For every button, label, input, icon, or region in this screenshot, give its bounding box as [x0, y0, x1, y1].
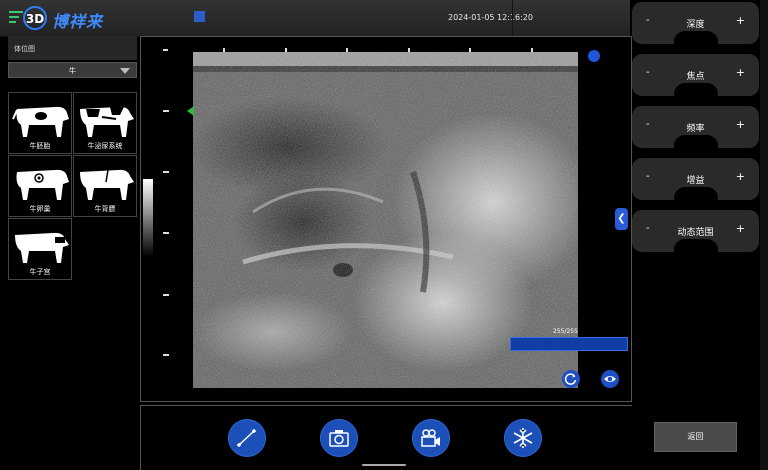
panel-header: 体位图 — [8, 36, 137, 60]
preset-label: 牛子宫 — [29, 268, 51, 276]
record-video-button[interactable] — [412, 419, 450, 457]
expand-handle-icon[interactable]: ❮ — [615, 208, 628, 230]
preset-urinary[interactable]: 牛泌尿系统 — [73, 92, 137, 154]
probe-orientation-dot — [588, 50, 600, 62]
depth-tick — [163, 294, 169, 296]
param-depth: - 深度 + — [632, 2, 759, 53]
param-notch — [674, 239, 718, 261]
animal-select[interactable]: 牛 — [8, 62, 137, 78]
grayscale-bar — [143, 179, 153, 257]
freeze-snowflake-icon — [513, 428, 533, 448]
scale-tick — [163, 49, 168, 51]
rotate-icon[interactable] — [562, 370, 580, 388]
param-dynamic-range: - 动态范围 + — [632, 210, 759, 261]
depth-tick — [163, 110, 169, 112]
datetime: 2024-01-05 12:16:20 — [448, 13, 533, 22]
brand-logo: 博祥来 — [52, 12, 104, 31]
depth-plus-button[interactable]: + — [736, 14, 745, 27]
preset-backfat[interactable]: 牛背膘 — [73, 155, 137, 217]
animal-select-value: 牛 — [69, 67, 76, 75]
preset-label: 牛胚胎 — [29, 142, 51, 150]
capture-photo-button[interactable] — [320, 419, 358, 457]
param-frequency: - 频率 + — [632, 106, 759, 157]
cow-backfat-icon — [80, 169, 134, 200]
depth-tick — [163, 232, 169, 234]
video-record-icon — [421, 429, 440, 447]
divider — [512, 0, 513, 36]
focus-marker-icon[interactable] — [187, 106, 194, 116]
cow-embryo-icon — [12, 106, 69, 137]
logo-mark: 3D — [23, 6, 47, 30]
gain-plus-button[interactable]: + — [736, 170, 745, 183]
scale-tick — [408, 48, 410, 52]
back-button[interactable]: 返回 — [654, 422, 737, 452]
depth-tick — [163, 354, 169, 356]
edge-strip — [760, 0, 768, 470]
frame-counter: 255/255 — [553, 328, 578, 335]
panel-title: 体位图 — [14, 45, 35, 53]
preset-ovary[interactable]: 牛卵巢 — [8, 155, 72, 217]
measure-icon — [237, 429, 256, 447]
preset-label: 牛泌尿系统 — [87, 142, 123, 150]
scale-tick — [469, 48, 471, 52]
measure-button[interactable] — [228, 419, 266, 457]
depth-tick — [163, 171, 169, 173]
bottom-toolbar — [140, 405, 632, 470]
eye-icon[interactable] — [601, 370, 619, 388]
cow-uterus-icon — [15, 232, 69, 263]
home-indicator[interactable] — [362, 464, 406, 466]
scale-tick — [346, 48, 348, 52]
save-icon[interactable] — [194, 11, 205, 22]
cow-urinary-icon — [80, 106, 134, 137]
top-bar: 3D 博祥来 2024-01-05 12:16:20 — [0, 0, 630, 37]
param-notch — [674, 187, 718, 209]
preset-label: 牛卵巢 — [29, 205, 51, 213]
cine-progress-bar[interactable] — [510, 337, 628, 351]
camera-icon — [329, 430, 349, 447]
body-position-panel: 体位图 牛 牛胚胎 牛泌尿系统 牛卵巢 牛背膘 牛子宫 — [8, 36, 137, 470]
frequency-plus-button[interactable]: + — [736, 118, 745, 131]
preset-embryo[interactable]: 牛胚胎 — [8, 92, 72, 154]
param-focus: - 焦点 + — [632, 54, 759, 105]
preset-uterus[interactable]: 牛子宫 — [8, 218, 72, 280]
param-notch — [674, 83, 718, 105]
dynamic-range-plus-button[interactable]: + — [736, 222, 745, 235]
scale-tick — [531, 48, 533, 52]
param-notch — [674, 135, 718, 157]
cow-ovary-icon — [16, 169, 69, 200]
focus-plus-button[interactable]: + — [736, 66, 745, 79]
chevron-down-icon — [120, 68, 130, 74]
scale-tick — [223, 48, 225, 52]
param-notch — [674, 31, 718, 53]
scale-tick — [285, 48, 287, 52]
preset-label: 牛背膘 — [94, 205, 116, 213]
menu-icon[interactable] — [9, 11, 23, 23]
freeze-button[interactable] — [504, 419, 542, 457]
param-gain: - 增益 + — [632, 158, 759, 209]
